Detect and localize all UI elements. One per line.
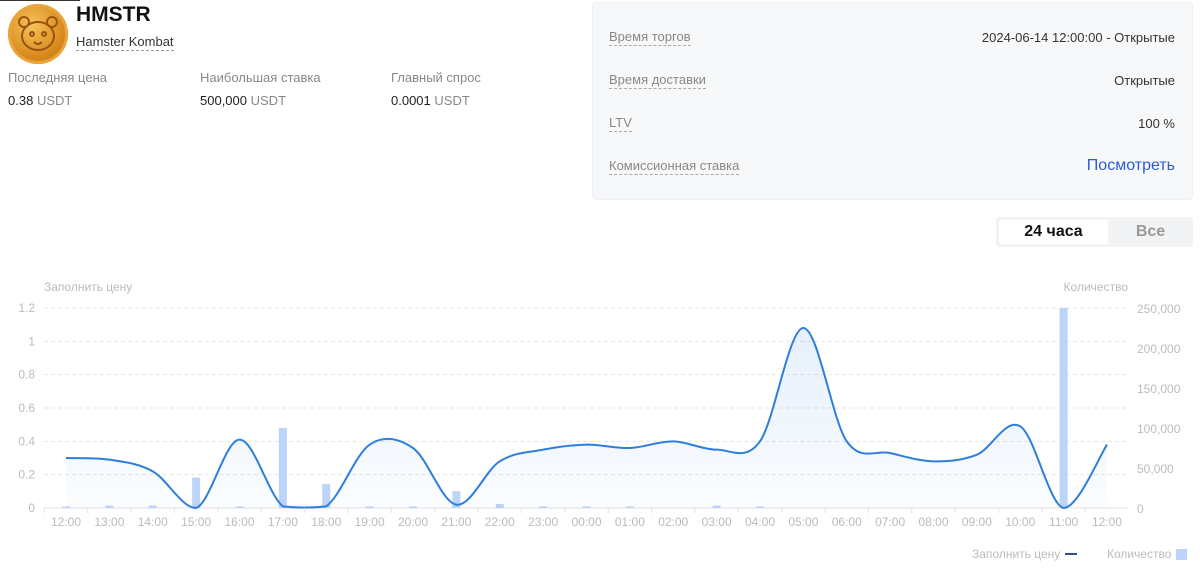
x-tick-label: 12:00 — [51, 515, 81, 529]
right-tick-label: 0 — [1137, 502, 1144, 516]
legend-label: Количество — [1107, 547, 1172, 561]
left-tick-label: 0.2 — [18, 468, 35, 482]
x-tick-label: 19:00 — [355, 515, 385, 529]
legend-line-icon — [1065, 553, 1078, 555]
x-tick-label: 17:00 — [268, 515, 298, 529]
left-tick-label: 0.8 — [18, 368, 35, 382]
right-tick-label: 100,000 — [1137, 422, 1181, 436]
x-tick-label: 16:00 — [224, 515, 254, 529]
volume-bar — [192, 477, 201, 508]
left-axis-title: Заполнить цену — [44, 280, 132, 294]
legend-label: Заполнить цену — [972, 547, 1061, 561]
x-tick-label: 18:00 — [311, 515, 341, 529]
volume-bar — [278, 428, 287, 508]
x-tick-label: 05:00 — [788, 515, 818, 529]
x-tick-label: 09:00 — [962, 515, 992, 529]
x-tick-label: 14:00 — [138, 515, 168, 529]
volume-bar — [1059, 308, 1068, 508]
x-tick-label: 03:00 — [702, 515, 732, 529]
left-tick-label: 0.4 — [18, 434, 35, 448]
right-tick-label: 150,000 — [1137, 382, 1181, 396]
x-tick-label: 23:00 — [528, 515, 558, 529]
price-area — [66, 328, 1107, 508]
x-tick-label: 15:00 — [181, 515, 211, 529]
x-tick-label: 04:00 — [745, 515, 775, 529]
x-tick-label: 07:00 — [875, 515, 905, 529]
legend-volume[interactable]: Количество — [1107, 547, 1188, 561]
price-volume-chart: Заполнить цену Количество 0 0.2 0.4 0.6 0.8 1… — [18, 280, 1181, 529]
left-tick-label: 1 — [28, 334, 35, 348]
x-tick-label: 01:00 — [615, 515, 645, 529]
x-tick-label: 02:00 — [658, 515, 688, 529]
right-tick-label: 250,000 — [1137, 302, 1181, 316]
x-tick-label: 10:00 — [1005, 515, 1035, 529]
right-axis-title: Количество — [1064, 280, 1129, 294]
x-tick-label: 12:00 — [1092, 515, 1122, 529]
x-tick-label: 21:00 — [441, 515, 471, 529]
x-tick-label: 11:00 — [1049, 515, 1078, 529]
x-tick-label: 13:00 — [94, 515, 124, 529]
right-tick-label: 50,000 — [1137, 462, 1174, 476]
legend-bar-icon — [1176, 548, 1188, 560]
x-tick-label: 20:00 — [398, 515, 428, 529]
left-tick-label: 1.2 — [18, 301, 35, 315]
x-tick-label: 06:00 — [832, 515, 862, 529]
x-tick-label: 22:00 — [485, 515, 515, 529]
x-tick-label: 00:00 — [571, 515, 601, 529]
left-tick-label: 0.6 — [18, 401, 35, 415]
legend-price[interactable]: Заполнить цену — [972, 547, 1078, 561]
right-tick-label: 200,000 — [1137, 342, 1181, 356]
left-tick-label: 0 — [28, 501, 35, 515]
x-tick-label: 08:00 — [918, 515, 948, 529]
